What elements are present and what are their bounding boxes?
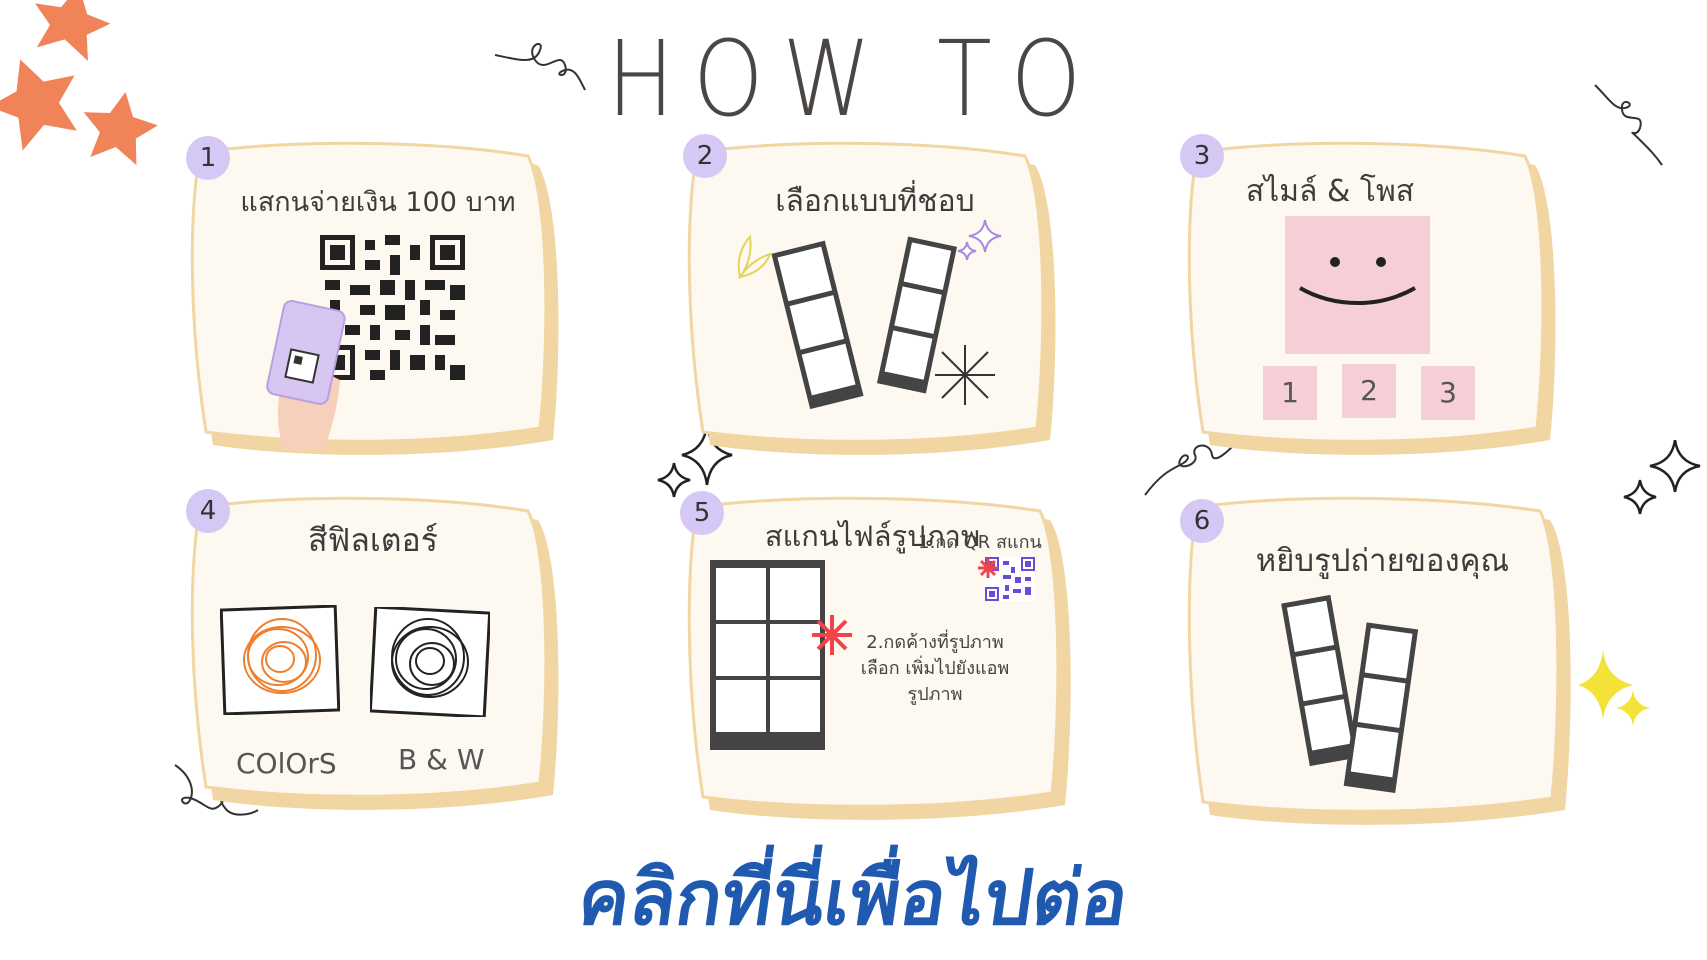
photo-strip-icon — [1343, 622, 1419, 793]
sparkle-icon — [957, 219, 1002, 261]
step-number-badge: 1 — [186, 136, 230, 180]
bw-label: B & W — [398, 743, 485, 776]
red-asterisk-icon — [978, 558, 998, 578]
step-card-5: สแกนไฟล์รูปภาพ 1.กด QR สแกน 2.กดค้างที่ร… — [680, 491, 1080, 835]
photo-grid-icon — [710, 560, 825, 750]
sparkle-icon — [1623, 440, 1701, 515]
hand-phone-icon — [266, 300, 346, 450]
pose-option: 2 — [1342, 364, 1396, 418]
burst-doodle-icon — [935, 345, 995, 405]
loop-doodle — [1594, 84, 1663, 166]
color-scribble-icon — [220, 605, 340, 715]
step-number-badge: 5 — [680, 491, 724, 535]
step-number-badge: 2 — [683, 134, 727, 178]
step-title: หยิบรูปถ่ายของคุณ — [1255, 543, 1510, 579]
smiley-face-icon — [1285, 216, 1430, 354]
step-number-badge: 4 — [186, 489, 230, 533]
step-card-2: เลือกแบบที่ชอบ 2 — [683, 134, 1065, 470]
instruction-note: เลือก เพิ่มไปยังแอพ — [860, 658, 1010, 679]
step-title: สีฟิลเตอร์ — [308, 521, 438, 559]
step-title: แสกนจ่ายเงิน 100 บาท — [240, 187, 516, 218]
step-card-4: สีฟิลเตอร์ COlOrS B & W 4 — [186, 489, 568, 825]
step-card-1: แสกนจ่ายเงิน 100 บาท 1 — [186, 136, 568, 470]
photo-strip-icon — [771, 240, 864, 410]
pose-option: 3 — [1421, 366, 1475, 420]
page-title: HOW TO — [606, 18, 1101, 140]
instruction-note: รูปภาพ — [907, 684, 963, 705]
continue-link[interactable]: คลิกที่นี่เพื่อไปต่อ — [0, 838, 1707, 958]
sparkle-icon — [1578, 650, 1650, 726]
instruction-note: 1.กด QR สแกน — [918, 532, 1042, 553]
step-title: เลือกแบบที่ชอบ — [775, 184, 975, 219]
pose-option: 1 — [1263, 366, 1317, 420]
step-card-3: สไมล์ & โพส 1 2 3 3 — [1180, 134, 1565, 470]
step-card-6: หยิบรูปถ่ายของคุณ 6 — [1180, 495, 1580, 840]
colors-label: COlOrS — [236, 747, 337, 780]
step-number-badge: 6 — [1180, 499, 1224, 543]
leaf-doodle-icon — [737, 234, 772, 280]
bw-scribble-icon — [370, 607, 490, 717]
step-title: สไมล์ & โพส — [1245, 174, 1415, 209]
instruction-note: 2.กดค้างที่รูปภาพ — [866, 632, 1004, 653]
step-number-badge: 3 — [1180, 134, 1224, 178]
